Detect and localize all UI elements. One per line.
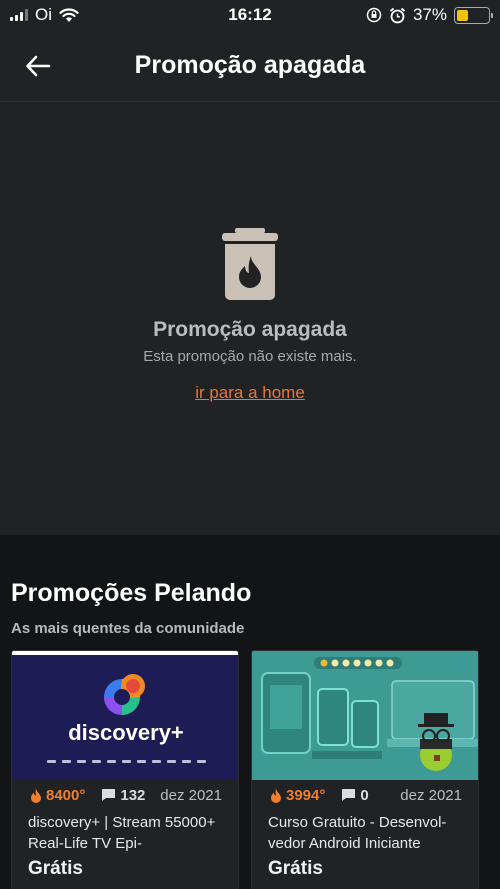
trash-icon xyxy=(222,228,278,300)
promo-card[interactable]: 3994° 0 dez 2021 Curso Gratuito - Desenv… xyxy=(251,650,479,889)
empty-state-title: Promoção apagada xyxy=(153,318,347,341)
recommendations-section: Promoções Pelando As mais quentes da com… xyxy=(0,535,500,889)
orientation-lock-icon xyxy=(366,7,382,23)
section-title: Promoções Pelando xyxy=(11,579,252,607)
back-button[interactable] xyxy=(18,46,58,86)
comment-icon xyxy=(102,789,116,801)
status-bar-left: Oi xyxy=(10,5,79,25)
status-bar-right: 37% xyxy=(366,5,493,25)
android-course-banner xyxy=(252,651,478,780)
battery-level xyxy=(457,9,469,21)
signal-icon xyxy=(10,9,28,21)
discovery-logo-icon xyxy=(104,674,145,715)
battery-icon xyxy=(454,6,493,24)
wifi-icon xyxy=(59,7,79,22)
promo-title[interactable]: discovery+ | Stream 55000+ Real-Life TV … xyxy=(12,810,238,854)
post-date: dez 2021 xyxy=(400,786,462,804)
discovery-wordmark: discovery+ xyxy=(68,720,184,745)
post-date: dez 2021 xyxy=(160,786,222,804)
temperature-value: 8400° xyxy=(46,786,86,804)
promo-card-list: discovery+ 8400° 132 dez 2021 discovery+… xyxy=(11,650,479,889)
alarm-icon xyxy=(389,7,406,23)
carrier-label: Oi xyxy=(35,5,52,24)
top-app-bar: Promoção apagada xyxy=(0,30,500,102)
flame-icon xyxy=(31,787,41,803)
promo-price: Grátis xyxy=(28,858,83,879)
promo-title[interactable]: Curso Gratuito - Desenvol-vedor Android … xyxy=(252,810,478,854)
comments: 132 xyxy=(101,787,145,804)
promo-card-meta: 8400° 132 dez 2021 xyxy=(12,780,238,810)
channel-logos-strip xyxy=(46,760,206,763)
status-bar: Oi 16:12 37% xyxy=(0,0,500,30)
temperature: 3994° xyxy=(270,787,325,804)
android-course-illustration xyxy=(252,651,478,780)
promo-card-meta: 3994° 0 dez 2021 xyxy=(252,780,478,810)
section-subtitle: As mais quentes da comunidade xyxy=(11,620,245,637)
promo-card[interactable]: discovery+ 8400° 132 dez 2021 discovery+… xyxy=(11,650,239,889)
comments: 0 xyxy=(341,786,369,804)
go-home-link[interactable]: ir para a home xyxy=(195,383,305,403)
page-title: Promoção apagada xyxy=(134,51,366,79)
empty-state-subtitle: Esta promoção não existe mais. xyxy=(143,348,357,365)
temperature-value: 3994° xyxy=(286,786,326,804)
comments-count: 132 xyxy=(120,786,146,804)
discovery-plus-banner: discovery+ xyxy=(12,651,238,780)
battery-percent: 37% xyxy=(412,5,447,24)
comments-count: 0 xyxy=(360,786,369,804)
temperature: 8400° xyxy=(30,787,85,804)
comment-icon xyxy=(342,789,356,801)
flame-icon xyxy=(271,787,281,803)
arrow-left-icon xyxy=(26,55,51,77)
deleted-promotion-panel: Promoção apagada Esta promoção não exist… xyxy=(0,103,500,535)
promo-price: Grátis xyxy=(268,858,323,879)
